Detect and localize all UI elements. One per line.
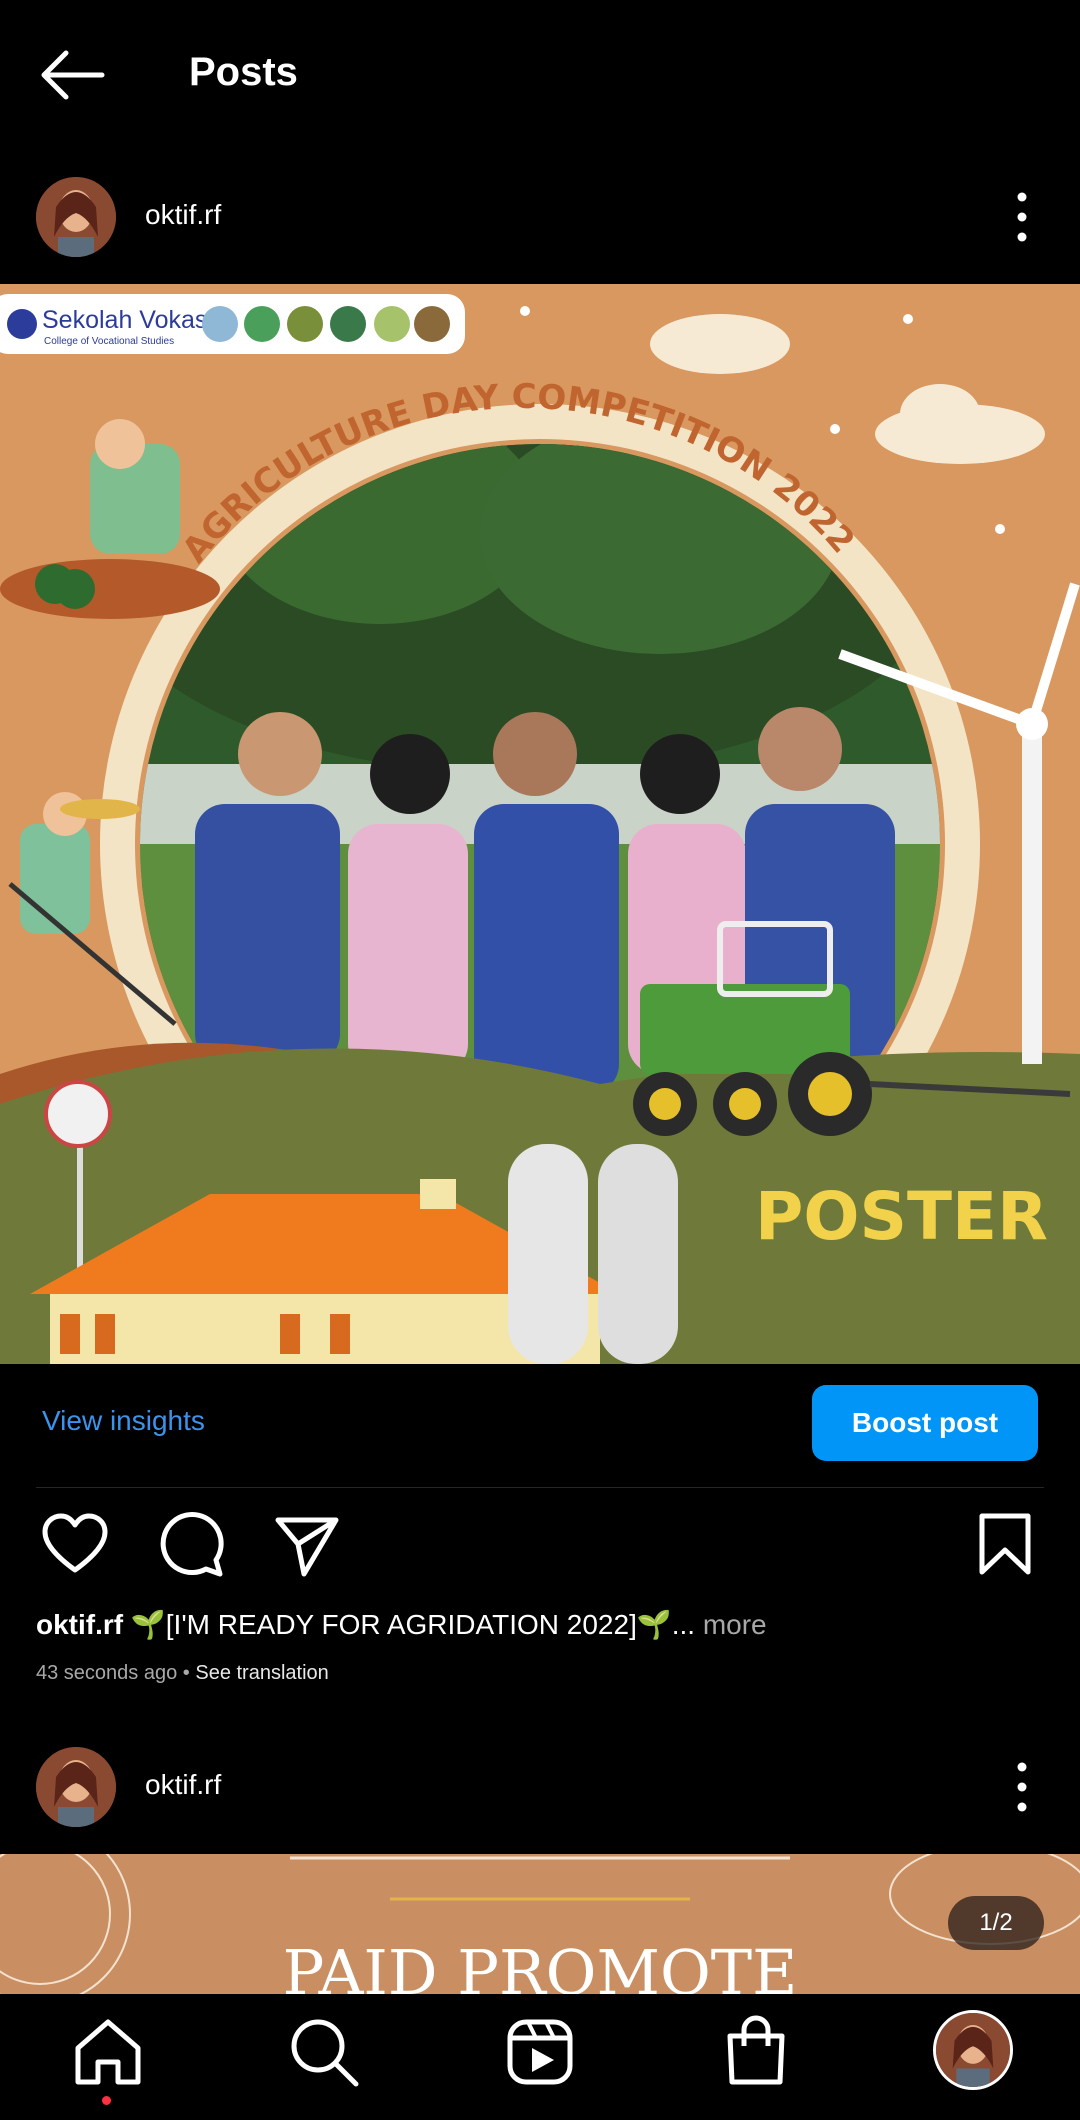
share-icon[interactable] <box>272 1510 342 1580</box>
caption-more-link[interactable]: more <box>695 1609 767 1640</box>
banner-title: Sekolah Vokasi <box>42 306 213 334</box>
top-bar: Posts <box>0 0 1080 150</box>
more-options-icon[interactable] <box>1000 187 1044 247</box>
post-meta: 43 seconds ago • See translation <box>36 1662 329 1685</box>
more-options-icon[interactable] <box>1000 1757 1044 1817</box>
see-translation-link[interactable]: See translation <box>195 1662 328 1684</box>
heart-icon[interactable] <box>40 1510 110 1580</box>
post-caption[interactable]: oktif.rf 🌱[I'M READY FOR AGRIDATION 2022… <box>36 1608 1046 1641</box>
shop-icon[interactable] <box>718 2014 794 2090</box>
poster-badge: POSTER <box>755 1178 1048 1255</box>
post-image[interactable]: AGRICULTURE DAY COMPETITION 2022 Sekolah… <box>0 284 1080 1364</box>
bookmark-icon[interactable] <box>970 1510 1040 1580</box>
post-image[interactable]: PAID PROMOTE <box>0 1854 1080 1994</box>
avatar[interactable] <box>36 1747 116 1827</box>
post-username[interactable]: oktif.rf <box>145 199 221 231</box>
page-title: Posts <box>189 50 298 94</box>
notification-dot <box>102 2096 111 2105</box>
insights-row: View insights Boost post <box>0 1385 1080 1477</box>
meta-separator: • <box>177 1662 196 1684</box>
profile-avatar[interactable] <box>933 2010 1013 2090</box>
post-header: oktif.rf <box>0 157 1080 277</box>
reels-icon[interactable] <box>502 2014 578 2090</box>
bottom-nav <box>0 1994 1080 2120</box>
home-icon[interactable] <box>70 2014 146 2090</box>
carousel-counter: 1/2 <box>948 1896 1044 1950</box>
caption-username[interactable]: oktif.rf <box>36 1609 123 1640</box>
avatar[interactable] <box>36 177 116 257</box>
divider <box>36 1487 1044 1488</box>
post-username[interactable]: oktif.rf <box>145 1769 221 1801</box>
view-insights-link[interactable]: View insights <box>42 1405 205 1437</box>
promo-headline: PAID PROMOTE <box>283 1936 798 1994</box>
arrow-left-icon[interactable] <box>36 44 108 106</box>
caption-text: 🌱[I'M READY FOR AGRIDATION 2022]🌱... <box>130 1609 696 1640</box>
comment-icon[interactable] <box>156 1510 226 1580</box>
timestamp: 43 seconds ago <box>36 1662 178 1684</box>
boost-post-button[interactable]: Boost post <box>812 1385 1038 1461</box>
search-icon[interactable] <box>286 2014 362 2090</box>
post-header: oktif.rf <box>0 1727 1080 1847</box>
post-actions <box>0 1510 1080 1590</box>
banner-subtitle: College of Vocational Studies <box>44 336 174 347</box>
